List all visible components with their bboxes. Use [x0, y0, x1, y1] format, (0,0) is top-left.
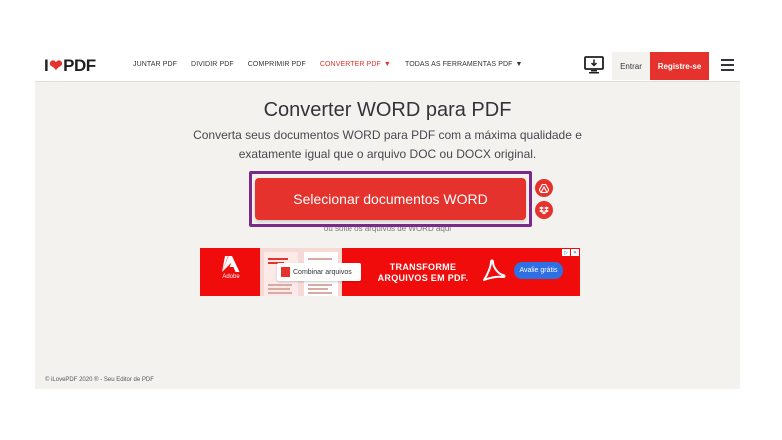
footer-copyright: © iLovePDF 2020 ® - Seu Editor de PDF [45, 377, 154, 383]
chevron-down-icon: ▼ [515, 61, 523, 68]
logo-word: PDF [63, 56, 96, 75]
logo-letter: I [44, 56, 49, 75]
page-title: Converter WORD para PDF [263, 99, 512, 121]
adobe-wordmark: Adobe [222, 274, 240, 280]
nav-item-dividir-pdf[interactable]: DIVIDIR PDF [191, 61, 234, 68]
page-frame: I ❤ PDF JUNTAR PDF DIVIDIR PDF COMPRIMIR… [35, 49, 740, 389]
dropbox-icon [539, 206, 549, 214]
nav-item-converter-pdf-label: CONVERTER PDF [319, 61, 381, 68]
login-button[interactable]: Entrar [612, 52, 650, 80]
ad-headline-line1: TRANSFORME [389, 262, 457, 272]
advertisement-banner[interactable]: Adobe Combinar arquivos TRANSFORME ARQUI… [200, 248, 580, 296]
combine-files-icon [281, 267, 290, 277]
dropbox-button[interactable] [535, 201, 553, 219]
acrobat-icon [483, 259, 506, 281]
register-button[interactable]: Registre-se [650, 52, 709, 80]
ilovepdf-logo[interactable]: I ❤ PDF [44, 56, 96, 76]
drop-files-hint: ou solte os arquivos de WORD aqui [323, 227, 452, 233]
page-subtitle: Converta seus documentos WORD para PDF c… [193, 128, 582, 161]
nav-item-juntar-pdf[interactable]: JUNTAR PDF [133, 61, 177, 68]
select-word-files-button[interactable]: Selecionar documentos WORD [255, 178, 526, 220]
google-drive-icon [539, 183, 549, 193]
hamburger-menu-icon[interactable] [721, 59, 734, 71]
nav-item-comprimir-pdf[interactable]: COMPRIMIR PDF [248, 61, 306, 68]
nav-item-todas-ferramentas-label: TODAS AS FERRAMENTAS PDF [404, 61, 513, 68]
combine-files-tooltip: Combinar arquivos [277, 263, 361, 281]
try-free-button[interactable]: Avalie grátis [514, 262, 563, 279]
top-header: I ❤ PDF JUNTAR PDF DIVIDIR PDF COMPRIMIR… [35, 49, 740, 82]
nav-item-converter-pdf[interactable]: CONVERTER PDF ▼ [320, 61, 391, 68]
nav-item-todas-ferramentas[interactable]: TODAS AS FERRAMENTAS PDF ▼ [405, 61, 523, 68]
chevron-down-icon: ▼ [383, 61, 391, 68]
google-drive-button[interactable] [535, 179, 553, 197]
combine-files-label: Combinar arquivos [293, 268, 352, 276]
adobe-logo: Adobe [206, 256, 256, 288]
heart-icon: ❤ [49, 58, 63, 75]
ad-choices[interactable]: ▷ ✕ [562, 249, 579, 256]
ad-headline-line2: ARQUIVOS EM PDF. [377, 273, 469, 283]
main-nav: JUNTAR PDF DIVIDIR PDF COMPRIMIR PDF CON… [133, 61, 537, 68]
adobe-a-icon [222, 256, 240, 272]
desktop-download-icon[interactable] [584, 55, 604, 75]
ad-close-icon[interactable]: ✕ [571, 249, 579, 256]
ad-headline: TRANSFORME ARQUIVOS EM PDF. [368, 262, 478, 284]
ad-info-icon[interactable]: ▷ [562, 249, 570, 256]
